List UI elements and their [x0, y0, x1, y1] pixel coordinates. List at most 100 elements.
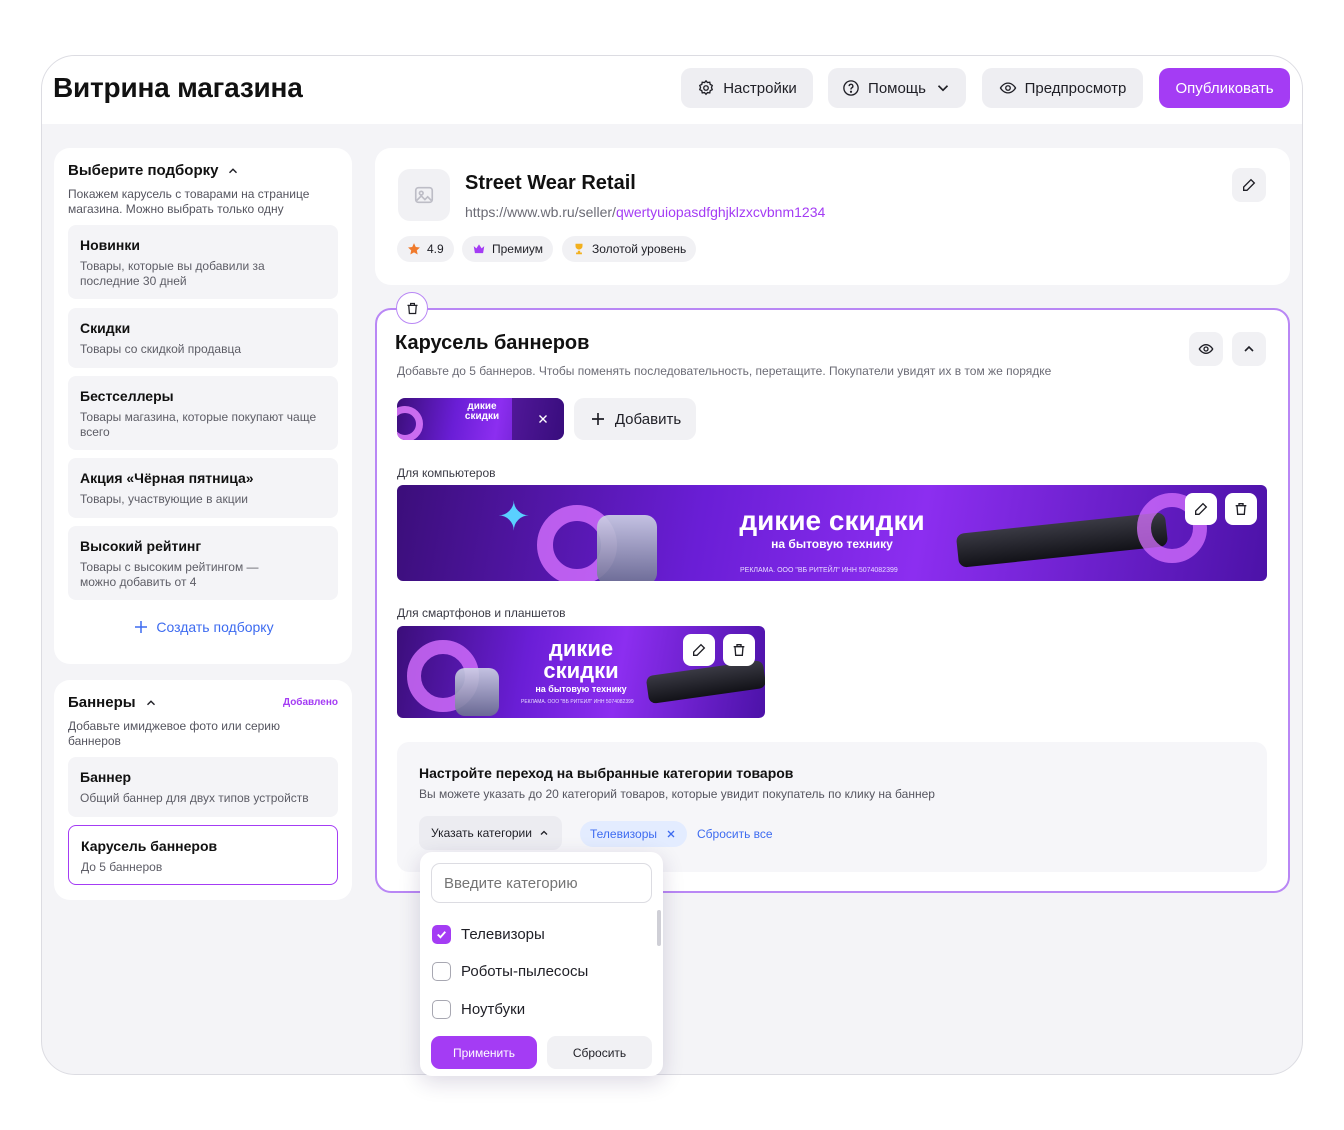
- reset-all-link[interactable]: Сбросить все: [697, 827, 773, 841]
- pencil-icon: [693, 643, 706, 656]
- collection-option-new[interactable]: Новинки Товары, которые вы добавили за п…: [68, 225, 338, 299]
- collection-option-high-rating[interactable]: Высокий рейтинг Товары с высоким рейтинг…: [68, 526, 338, 600]
- desktop-banner-subtitle: на бытовую технику: [771, 537, 893, 551]
- eye-icon: [1198, 343, 1214, 355]
- apply-button[interactable]: Применить: [431, 1036, 537, 1069]
- category-search[interactable]: [431, 863, 652, 903]
- gold-level-label: Золотой уровень: [592, 242, 687, 256]
- chevron-up-icon: [540, 830, 548, 835]
- desktop-banner-legal: РЕКЛАМА. ООО "ВБ РИТЕЙЛ" ИНН 5074082399: [740, 567, 898, 574]
- option-desc: Товары, которые вы добавили за последние…: [80, 259, 265, 288]
- preview-label: Предпросмотр: [1024, 79, 1127, 97]
- collapse-section-button[interactable]: [1232, 332, 1266, 366]
- mobile-banner: дикие скидки на бытовую технику РЕКЛАМА.…: [397, 626, 765, 718]
- option-title: Акция «Чёрная пятница»: [80, 470, 254, 486]
- option-title: Новинки: [80, 237, 140, 253]
- image-icon: [414, 186, 434, 204]
- category-option-laptops[interactable]: Ноутбуки: [432, 1000, 525, 1019]
- edit-mobile-banner-button[interactable]: [683, 634, 715, 666]
- option-title: Скидки: [80, 320, 131, 336]
- thumb-title: дикие скидки: [447, 402, 517, 422]
- rating-value: 4.9: [427, 242, 444, 256]
- toggle-visibility-button[interactable]: [1189, 332, 1223, 366]
- checkbox-checked[interactable]: [432, 925, 451, 944]
- collection-card: Выберите подборку Покажем карусель с тов…: [54, 148, 352, 664]
- premium-label: Премиум: [492, 242, 544, 256]
- banners-card: Баннеры Добавлено Добавьте имиджевое фот…: [54, 680, 352, 900]
- select-categories-button[interactable]: Указать категории: [419, 816, 562, 850]
- vacuum-graphic: [955, 512, 1169, 568]
- option-title: Баннер: [80, 769, 132, 785]
- dropdown-scrollbar[interactable]: [657, 910, 661, 946]
- trophy-icon: [575, 243, 583, 255]
- banners-header[interactable]: Баннеры Добавлено: [68, 694, 338, 711]
- reset-button[interactable]: Сбросить: [547, 1036, 652, 1069]
- carousel-description: Добавьте до 5 баннеров. Чтобы поменять п…: [397, 364, 1052, 378]
- trash-icon: [1235, 503, 1247, 515]
- collection-option-black-friday[interactable]: Акция «Чёрная пятница» Товары, участвующ…: [68, 458, 338, 518]
- chevron-up-icon: [1244, 345, 1254, 352]
- sparkle-icon: ✦: [497, 495, 531, 539]
- selected-category-label: Телевизоры: [590, 827, 658, 841]
- banner-option-carousel[interactable]: Карусель баннеров До 5 баннеров: [68, 825, 338, 885]
- edit-desktop-banner-button[interactable]: [1185, 493, 1217, 525]
- carousel-title: Карусель баннеров: [395, 332, 590, 354]
- store-logo-placeholder[interactable]: [398, 169, 450, 221]
- trash-icon: [407, 302, 417, 314]
- close-icon[interactable]: [536, 412, 550, 426]
- delete-mobile-banner-button[interactable]: [723, 634, 755, 666]
- create-collection-link[interactable]: Создать подборку: [54, 618, 352, 636]
- banners-status-badge: Добавлено: [282, 697, 338, 708]
- desktop-banner: ✦ дикие скидки на бытовую технику РЕКЛАМ…: [397, 485, 1267, 581]
- mobile-banner-legal: РЕКЛАМА. ООО "ВБ РИТЕЙЛ" ИНН 5074082399: [521, 699, 634, 705]
- preview-button[interactable]: Предпросмотр: [982, 68, 1143, 108]
- plus-icon: [135, 621, 148, 633]
- store-name: Street Wear Retail: [465, 172, 636, 194]
- collection-option-discounts[interactable]: Скидки Товары со скидкой продавца: [68, 308, 338, 368]
- percent-decoration: [397, 406, 423, 440]
- storefront-window: Витрина магазина Настройки Помощь Предпр…: [41, 55, 1303, 1075]
- page-title: Витрина магазина: [53, 72, 303, 103]
- category-option-label: Роботы-пылесосы: [461, 963, 589, 980]
- premium-chip: Премиум: [462, 236, 554, 262]
- delete-section-button[interactable]: [396, 292, 428, 324]
- store-card: Street Wear Retail https://www.wb.ru/sel…: [375, 148, 1290, 285]
- mobile-label: Для смартфонов и планшетов: [397, 606, 566, 620]
- store-url[interactable]: https://www.wb.ru/seller/qwertyuiopasdfg…: [465, 204, 825, 220]
- banner-option-single[interactable]: Баннер Общий баннер для двух типов устро…: [68, 757, 338, 817]
- category-option-robot-vacuums[interactable]: Роботы-пылесосы: [432, 962, 588, 981]
- gold-level-chip: Золотой уровень: [562, 236, 697, 262]
- vacuum-graphic: [645, 659, 765, 705]
- checkbox-unchecked[interactable]: [432, 1000, 451, 1019]
- close-icon[interactable]: [665, 828, 677, 840]
- option-desc: Товары магазина, которые покупают чаще в…: [80, 410, 317, 439]
- create-collection-label: Создать подборку: [156, 619, 274, 635]
- collection-option-bestsellers[interactable]: Бестселлеры Товары магазина, которые пок…: [68, 376, 338, 450]
- help-button[interactable]: Помощь: [828, 68, 966, 108]
- mobile-title-line2: скидки: [543, 658, 619, 683]
- mobile-title-line1: дикие: [548, 636, 614, 661]
- crown-icon: [473, 244, 485, 254]
- select-categories-label: Указать категории: [431, 826, 532, 840]
- trash-icon: [733, 644, 745, 656]
- mobile-banner-title: дикие скидки: [522, 638, 640, 682]
- edit-store-button[interactable]: [1232, 168, 1266, 202]
- gear-icon: [699, 79, 714, 96]
- publish-button[interactable]: Опубликовать: [1159, 68, 1290, 108]
- star-icon: [408, 243, 420, 255]
- settings-button[interactable]: Настройки: [681, 68, 813, 108]
- collection-header[interactable]: Выберите подборку: [68, 162, 338, 179]
- thumb-title-line2: скидки: [464, 411, 500, 422]
- add-banner-button[interactable]: Добавить: [574, 398, 696, 440]
- banner-thumbnail[interactable]: дикие скидки: [397, 398, 564, 440]
- checkbox-unchecked[interactable]: [432, 962, 451, 981]
- option-desc: До 5 баннеров: [81, 860, 163, 874]
- delete-desktop-banner-button[interactable]: [1225, 493, 1257, 525]
- category-option-label: Ноутбуки: [461, 1001, 526, 1018]
- categories-dropdown: Телевизоры Роботы-пылесосы Ноутбуки Прим…: [420, 852, 663, 1076]
- category-option-tv[interactable]: Телевизоры: [432, 925, 545, 944]
- category-search-input[interactable]: [444, 874, 643, 892]
- add-banner-label: Добавить: [614, 410, 682, 428]
- blender-graphic: [455, 668, 499, 716]
- collection-title: Выберите подборку: [68, 162, 219, 179]
